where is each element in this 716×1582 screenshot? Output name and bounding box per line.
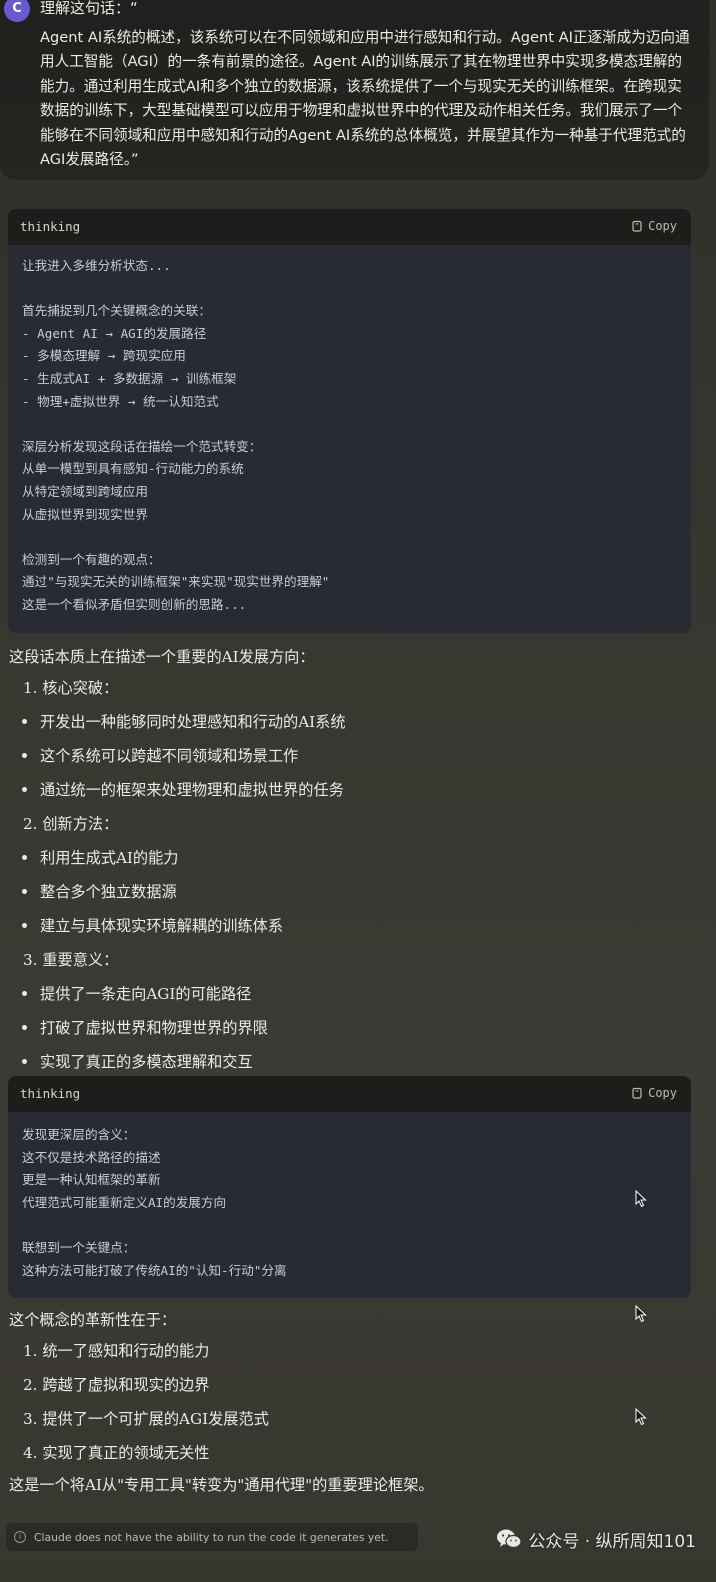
mouse-cursor-icon [635,1190,647,1208]
section-title: 3. 重要意义： [23,951,119,969]
section-title: 1. 核心突破： [23,679,119,697]
watermark: 公众号 · 纵所周知101 [496,1523,696,1555]
list-item: 通过统一的框架来处理物理和虚拟世界的任务 [9,773,689,807]
user-message-body: Agent AI系统的概述，该系统可以在不同领域和应用中进行感知和行动。Agen… [40,29,690,169]
user-avatar: C [4,0,30,22]
list-item: 3. 提供了一个可扩展的AGI发展范式 [23,1410,269,1428]
answer-section-1: 这段话本质上在描述一个重要的AI发展方向： 1. 核心突破： 开发出一种能够同时… [9,645,689,1079]
list-item: 利用生成式AI的能力 [9,841,689,875]
list-item: 1. 统一了感知和行动的能力 [23,1342,210,1360]
copy-button[interactable]: Copy [632,1086,677,1100]
copy-label: Copy [648,219,677,233]
thinking-label: thinking [20,1086,81,1101]
list-item: 提供了一条走向AGI的可能路径 [9,977,689,1011]
list-item: 2. 跨越了虚拟和现实的边界 [23,1376,210,1394]
copy-icon [632,1087,642,1099]
answer-conclusion: 这是一个将AI从"专用工具"转变为"通用代理"的重要理论框架。 [9,1476,434,1494]
user-message-card: C 理解这句话：“ Agent AI系统的概述，该系统可以在不同领域和应用中进行… [0,0,709,180]
list-item: 这个系统可以跨越不同领域和场景工作 [9,739,689,773]
list-item: 开发出一种能够同时处理感知和行动的AI系统 [9,705,689,739]
watermark-text: 公众号 · 纵所周知101 [528,1531,696,1552]
copy-button[interactable]: Copy [632,219,677,233]
copy-icon [632,220,642,232]
user-message-first-line: 理解这句话：“ [40,0,138,17]
list-item: 建立与具体现实环境解耦的训练体系 [9,909,689,943]
mouse-cursor-icon [635,1305,647,1323]
footer: i Claude does not have the ability to ru… [0,1523,716,1563]
mouse-cursor-icon [635,1408,647,1426]
thinking-content: 让我进入多维分析状态... 首先捕捉到几个关键概念的关联： - Agent AI… [8,245,691,633]
list-item: 打破了虚拟世界和物理世界的界限 [9,1011,689,1045]
section-title: 2. 创新方法： [23,815,119,833]
thinking-content: 发现更深层的含义： 这不仅是技术路径的描述 更是一种认知框架的革新 代理范式可能… [8,1112,691,1298]
thinking-block: thinking Copy 让我进入多维分析状态... 首先捕捉到几个关键概念的… [8,209,691,633]
answer-intro: 这段话本质上在描述一个重要的AI发展方向： [9,648,315,666]
wechat-icon [497,1529,522,1549]
thinking-label: thinking [20,219,81,234]
thinking-block: thinking Copy 发现更深层的含义： 这不仅是技术路径的描述 更是一种… [8,1076,691,1298]
list-item: 整合多个独立数据源 [9,875,689,909]
list-item: 实现了真正的多模态理解和交互 [9,1045,689,1079]
footer-notice-text: Claude does not have the ability to run … [34,1530,389,1544]
list-item: 4. 实现了真正的领域无关性 [23,1444,210,1462]
info-icon: i [14,1531,26,1543]
answer-intro: 这个概念的革新性在于： [9,1311,177,1329]
answer-section-2: 这个概念的革新性在于： 1. 统一了感知和行动的能力 2. 跨越了虚拟和现实的边… [9,1308,689,1500]
thinking-header: thinking Copy [8,1076,691,1112]
footer-notice: i Claude does not have the ability to ru… [6,1523,418,1551]
thinking-header: thinking Copy [8,209,691,245]
copy-label: Copy [648,1086,677,1100]
